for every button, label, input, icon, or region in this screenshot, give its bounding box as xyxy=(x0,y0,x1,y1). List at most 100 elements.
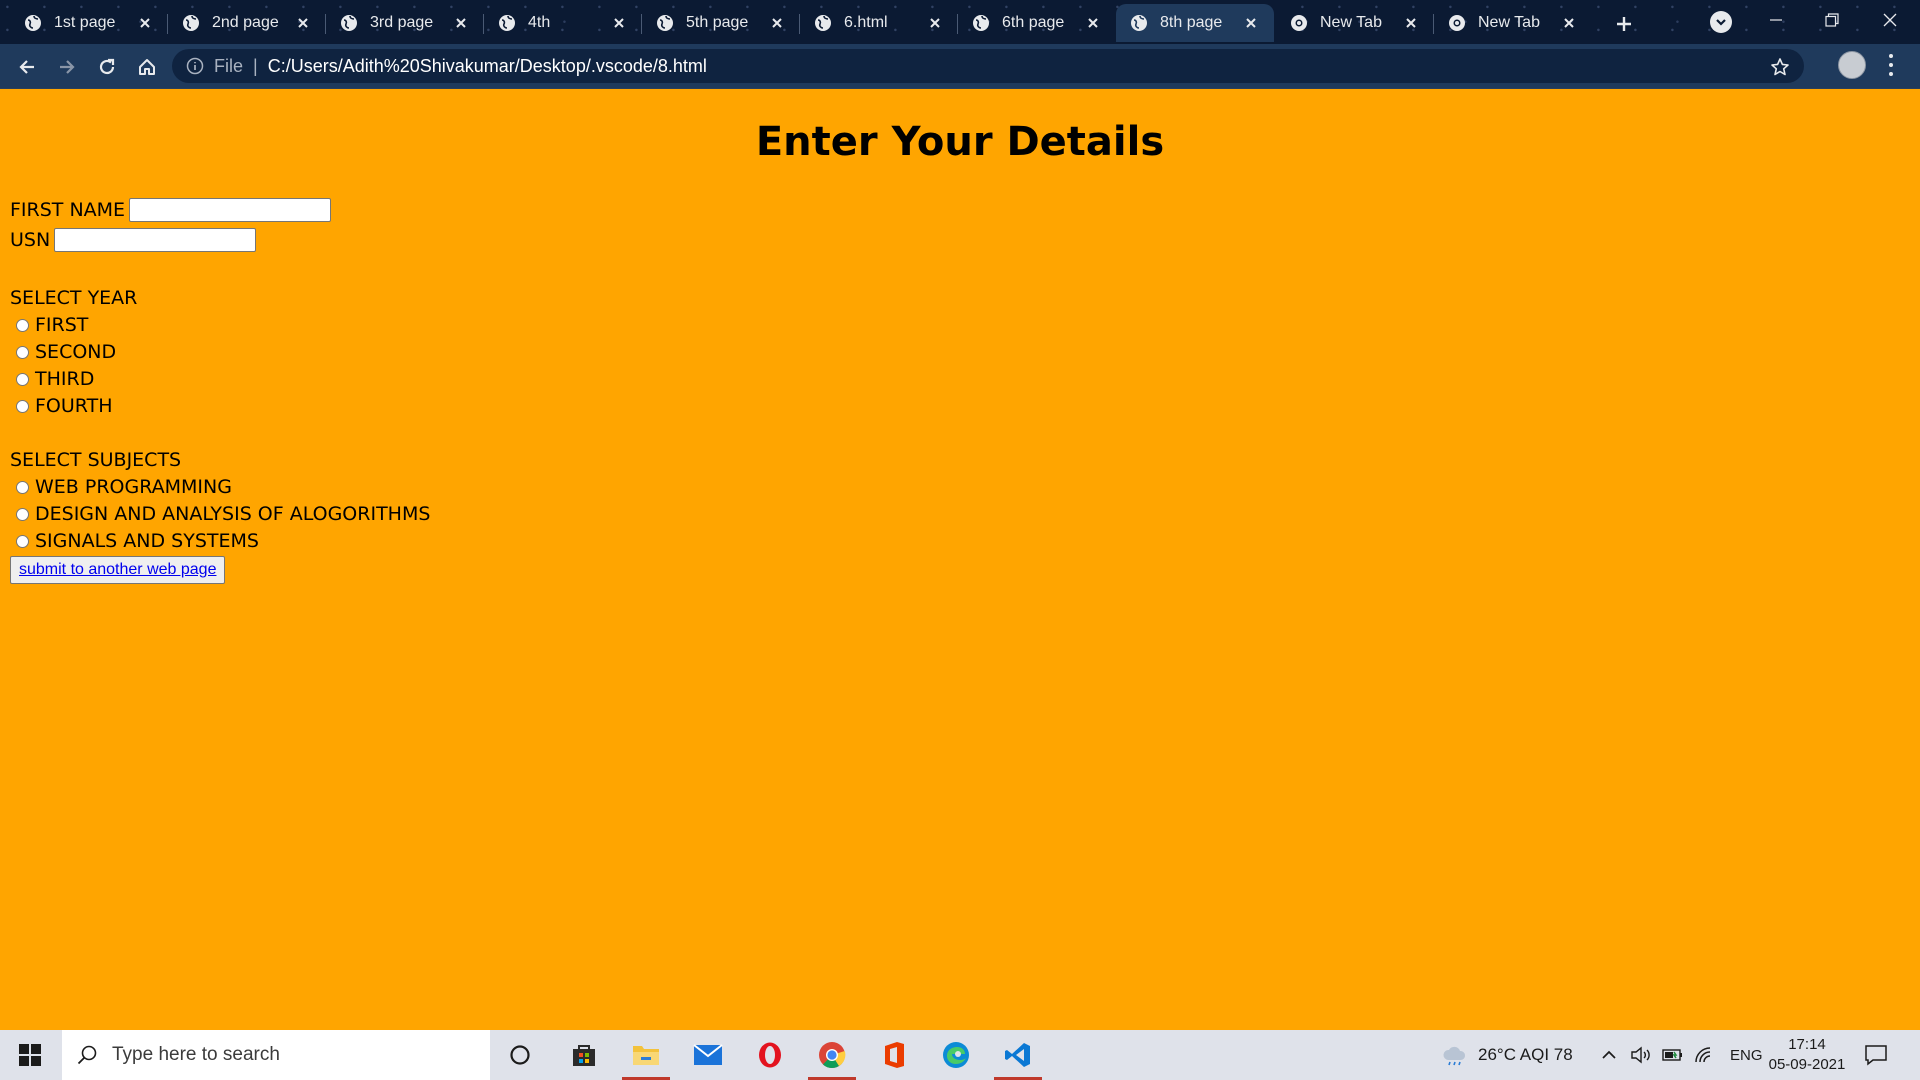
globe-icon xyxy=(973,15,989,31)
tab-label: 1st page xyxy=(54,14,116,31)
office-icon xyxy=(885,1042,904,1068)
taskbar-mail[interactable] xyxy=(680,1030,736,1080)
taskbar-chrome[interactable] xyxy=(804,1030,860,1080)
year-option-label: SECOND xyxy=(35,341,117,363)
profile-avatar[interactable] xyxy=(1838,51,1866,79)
close-icon xyxy=(1883,13,1897,27)
mail-icon xyxy=(693,1044,723,1065)
close-tab-icon[interactable] xyxy=(450,12,472,34)
clock-time: 17:14 xyxy=(1788,1036,1826,1053)
reload-button[interactable] xyxy=(92,52,122,82)
tab-1st-page[interactable]: 1st page xyxy=(10,4,168,42)
tab-3rd-page[interactable]: 3rd page xyxy=(326,4,484,42)
tab-4th[interactable]: 4th xyxy=(484,4,642,42)
tab-label: 2nd page xyxy=(212,14,279,31)
radio-button[interactable] xyxy=(16,318,29,332)
year-option-first[interactable]: FIRST xyxy=(16,314,88,336)
store-icon xyxy=(573,1045,595,1066)
taskbar-edge[interactable] xyxy=(928,1030,984,1080)
close-tab-icon[interactable] xyxy=(1558,12,1580,34)
battery-icon[interactable] xyxy=(1662,1046,1684,1064)
close-window-button[interactable] xyxy=(1862,0,1918,40)
back-button[interactable] xyxy=(12,52,42,82)
page-title: Enter Your Details xyxy=(755,119,1165,165)
system-clock[interactable]: 17:14 05-09-2021 xyxy=(1762,1035,1852,1075)
start-button[interactable] xyxy=(0,1030,60,1080)
year-option-third[interactable]: THIRD xyxy=(16,368,94,390)
usn-input[interactable] xyxy=(54,228,257,252)
url-divider: | xyxy=(253,55,258,76)
subject-option-label: WEB PROGRAMMING xyxy=(35,476,232,498)
forward-button[interactable] xyxy=(52,52,82,82)
taskbar-search[interactable]: Type here to search xyxy=(62,1030,490,1080)
close-tab-icon[interactable] xyxy=(292,12,314,34)
radio-button[interactable] xyxy=(16,372,29,386)
chevron-up-icon[interactable] xyxy=(1600,1046,1618,1064)
close-tab-icon[interactable] xyxy=(1400,12,1422,34)
radio-button[interactable] xyxy=(16,345,29,359)
first-name-label: FIRST NAME xyxy=(10,199,126,221)
search-icon xyxy=(77,1045,97,1065)
subject-option-web-programming[interactable]: WEB PROGRAMMING xyxy=(16,476,232,498)
restore-button[interactable] xyxy=(1804,0,1860,40)
taskbar-opera[interactable] xyxy=(742,1030,798,1080)
close-tab-icon[interactable] xyxy=(1240,12,1262,34)
weather-widget[interactable]: 26°C AQI 78 xyxy=(1442,1030,1573,1080)
tab-8th-page[interactable]: 8th page xyxy=(1116,4,1274,42)
close-tab-icon[interactable] xyxy=(608,12,630,34)
minimize-button[interactable] xyxy=(1748,0,1804,40)
taskbar-file-explorer[interactable] xyxy=(618,1030,674,1080)
wifi-icon[interactable] xyxy=(1694,1046,1716,1064)
new-tab-button[interactable] xyxy=(1610,10,1638,38)
first-name-input[interactable] xyxy=(129,198,332,222)
close-tab-icon[interactable] xyxy=(1082,12,1104,34)
year-option-second[interactable]: SECOND xyxy=(16,341,116,363)
year-option-fourth[interactable]: FOURTH xyxy=(16,395,113,417)
bookmark-star-icon[interactable] xyxy=(1770,57,1790,77)
taskbar-office[interactable] xyxy=(866,1030,922,1080)
subject-option-signals[interactable]: SIGNALS AND SYSTEMS xyxy=(16,530,259,552)
info-icon[interactable] xyxy=(186,57,204,75)
url-text[interactable]: C:/Users/Adith%20Shivakumar/Desktop/.vsc… xyxy=(268,56,707,77)
cortana-button[interactable] xyxy=(492,1030,548,1080)
tab-5th-page[interactable]: 5th page xyxy=(642,4,800,42)
tab-new-tab[interactable]: New Tab xyxy=(1434,4,1592,42)
close-tab-icon[interactable] xyxy=(766,12,788,34)
windows-logo-icon xyxy=(19,1044,41,1066)
url-scheme: File xyxy=(214,55,244,76)
browser-toolbar: File | C:/Users/Adith%20Shivakumar/Deskt… xyxy=(0,44,1920,89)
year-option-label: THIRD xyxy=(35,368,95,390)
notification-center-button[interactable] xyxy=(1864,1030,1888,1080)
subject-option-daa[interactable]: DESIGN AND ANALYSIS OF ALOGORITHMS xyxy=(16,503,430,525)
chevron-down-icon xyxy=(1716,19,1726,26)
tab-6-html[interactable]: 6.html xyxy=(800,4,958,42)
tab-new-tab[interactable]: New Tab xyxy=(1276,4,1434,42)
weather-icon xyxy=(1443,1046,1466,1066)
radio-button[interactable] xyxy=(16,399,29,413)
globe-icon xyxy=(499,15,515,31)
year-option-label: FIRST xyxy=(35,314,89,336)
taskbar-store[interactable] xyxy=(556,1030,612,1080)
home-button[interactable] xyxy=(132,52,162,82)
select-year-label: SELECT YEAR xyxy=(10,287,138,309)
close-tab-icon[interactable] xyxy=(134,12,156,34)
close-tab-icon[interactable] xyxy=(924,12,946,34)
taskbar-vscode[interactable] xyxy=(990,1030,1046,1080)
tab-2nd-page[interactable]: 2nd page xyxy=(168,4,326,42)
cortana-icon xyxy=(510,1045,530,1065)
windows-taskbar: Type here to search 26°C AQI 78 ENG 17:1… xyxy=(0,1030,1920,1080)
language-indicator[interactable]: ENG xyxy=(1730,1047,1763,1064)
radio-button[interactable] xyxy=(16,507,29,521)
usn-row: USN xyxy=(10,228,257,252)
submit-button[interactable]: submit to another web page xyxy=(10,556,226,584)
browser-menu-button[interactable] xyxy=(1884,52,1898,78)
speaker-icon[interactable] xyxy=(1630,1046,1652,1064)
radio-button[interactable] xyxy=(16,534,29,548)
edge-icon xyxy=(943,1042,969,1068)
radio-button[interactable] xyxy=(16,480,29,494)
tab-search-button[interactable] xyxy=(1710,11,1732,33)
weather-text: 26°C AQI 78 xyxy=(1478,1045,1573,1064)
address-bar[interactable]: File | C:/Users/Adith%20Shivakumar/Deskt… xyxy=(172,49,1804,83)
globe-icon xyxy=(1131,15,1147,31)
tab-6th-page[interactable]: 6th page xyxy=(958,4,1116,42)
